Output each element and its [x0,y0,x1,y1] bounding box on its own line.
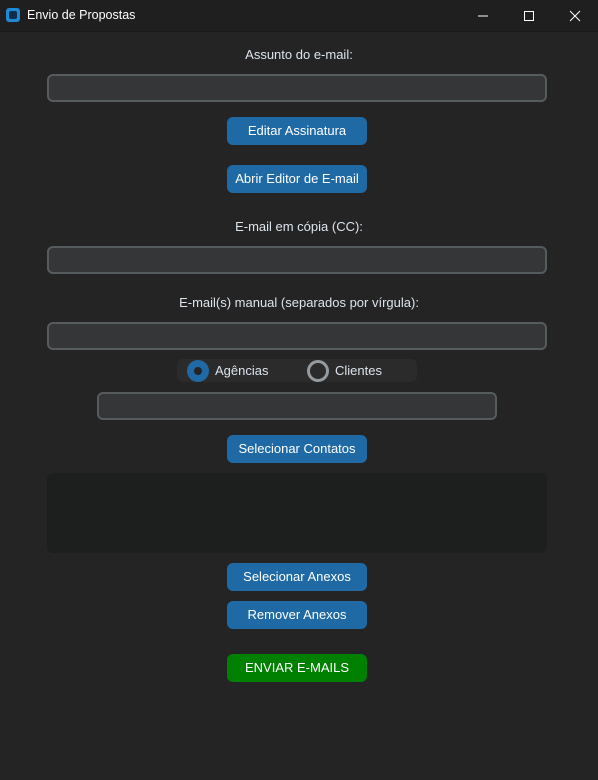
select-attachments-button[interactable]: Selecionar Anexos [227,563,367,591]
maximize-icon [524,11,534,21]
radio-agencias-label: Agências [215,363,269,378]
send-emails-button[interactable]: ENVIAR E-MAILS [227,654,367,682]
maximize-button[interactable] [506,0,552,31]
close-button[interactable] [552,0,598,31]
subject-label: Assunto do e-mail: [245,47,353,62]
radio-clientes-label: Clientes [335,363,382,378]
cc-input[interactable] [47,246,547,274]
radio-selected-icon [187,360,209,382]
edit-signature-button[interactable]: Editar Assinatura [227,117,367,145]
cc-label: E-mail em cópia (CC): [235,219,363,234]
app-icon [6,8,20,22]
title-bar: Envio de Propostas [0,0,598,32]
radio-unselected-icon [307,360,329,382]
app-window: Envio de Propostas Assunto do e-mail: Ed… [0,0,598,780]
manual-emails-label: E-mail(s) manual (separados por vírgula)… [179,295,419,310]
attachments-list[interactable] [47,473,547,553]
open-email-editor-button[interactable]: Abrir Editor de E-mail [227,165,367,193]
subject-input[interactable] [47,74,547,102]
recipient-type-group: Agências Clientes [177,359,417,382]
minimize-button[interactable] [460,0,506,31]
contact-filter-input[interactable] [97,392,497,420]
remove-attachments-button[interactable]: Remover Anexos [227,601,367,629]
window-title: Envio de Propostas [27,8,136,22]
close-icon [569,10,581,22]
minimize-icon [478,15,488,17]
manual-emails-input[interactable] [47,322,547,350]
select-contacts-button[interactable]: Selecionar Contatos [227,435,367,463]
